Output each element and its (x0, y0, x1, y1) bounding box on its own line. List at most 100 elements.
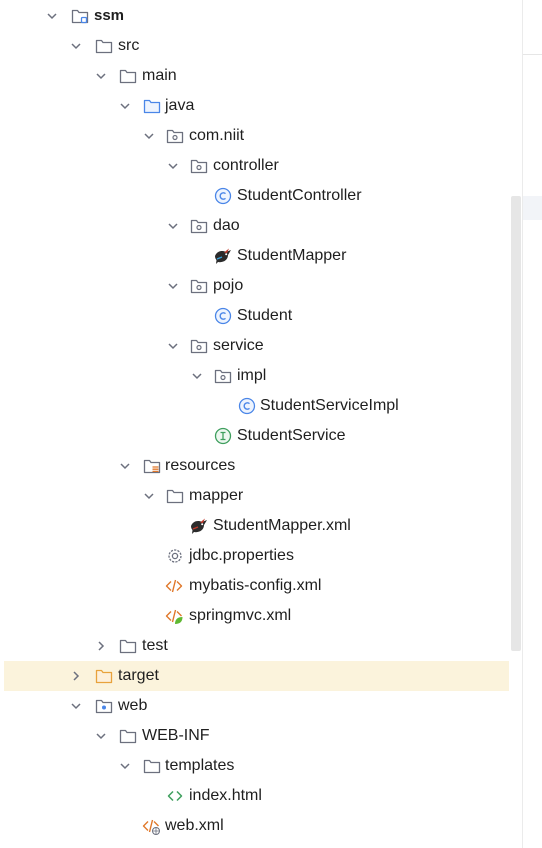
chevron-down-icon[interactable] (95, 730, 107, 742)
spring-xml-icon (165, 607, 183, 625)
tree-item-label: controller (213, 157, 279, 174)
tree-item-label: src (118, 37, 140, 54)
chevron-down-icon[interactable] (119, 100, 131, 112)
chevron-right-icon[interactable] (70, 670, 82, 682)
package-icon (166, 127, 184, 145)
chevron-down-icon[interactable] (191, 370, 203, 382)
scrollbar-thumb[interactable] (511, 196, 521, 651)
tree-item-label: springmvc.xml (189, 607, 292, 624)
web-xml-icon (142, 817, 160, 835)
folder-icon (166, 487, 184, 505)
tree-item-label: pojo (213, 277, 244, 294)
package-icon (190, 157, 208, 175)
chevron-down-icon[interactable] (167, 280, 179, 292)
tree-item-label: StudentMapper.xml (213, 517, 351, 534)
folder-icon (119, 67, 137, 85)
package-icon (190, 337, 208, 355)
tree-item-impl[interactable]: impl (0, 361, 522, 391)
source-folder-icon (143, 97, 161, 115)
xml-icon (165, 577, 183, 595)
tree-item-label: WEB-INF (142, 727, 210, 744)
tree-item-label: web.xml (165, 817, 224, 834)
mybatis-bird-icon (214, 247, 232, 265)
project-tree: ssm src main java com.niit controller St… (0, 0, 522, 848)
tree-item-label: StudentController (237, 187, 362, 204)
chevron-down-icon[interactable] (95, 70, 107, 82)
tree-item-student-service[interactable]: StudentService (0, 421, 522, 451)
excluded-folder-icon (95, 667, 113, 685)
tree-item-label: mapper (189, 487, 244, 504)
tree-item-label: test (142, 637, 168, 654)
tree-item-label: index.html (189, 787, 262, 804)
package-icon (190, 217, 208, 235)
folder-icon (119, 727, 137, 745)
tree-item-controller[interactable]: controller (0, 151, 522, 181)
interface-icon (214, 427, 232, 445)
tree-item-jdbc-properties[interactable]: jdbc.properties (0, 541, 522, 571)
tree-item-label: resources (165, 457, 236, 474)
chevron-down-icon[interactable] (143, 490, 155, 502)
tree-item-resources[interactable]: resources (0, 451, 522, 481)
tree-item-mapper[interactable]: mapper (0, 481, 522, 511)
tree-item-dao[interactable]: dao (0, 211, 522, 241)
properties-gear-icon (166, 547, 184, 565)
chevron-down-icon[interactable] (167, 220, 179, 232)
tree-item-student-mapper[interactable]: StudentMapper (0, 241, 522, 271)
chevron-down-icon[interactable] (46, 10, 58, 22)
tree-item-label: impl (237, 367, 267, 384)
tree-item-label: jdbc.properties (189, 547, 294, 564)
tree-item-java[interactable]: java (0, 91, 522, 121)
line-highlight (523, 196, 542, 220)
folder-icon (95, 37, 113, 55)
tree-item-label: service (213, 337, 264, 354)
tree-item-springmvc-xml[interactable]: springmvc.xml (0, 601, 522, 631)
tree-item-target[interactable]: target (4, 661, 522, 691)
editor-gutter-edge (522, 0, 542, 848)
tree-item-mybatis-config-xml[interactable]: mybatis-config.xml (0, 571, 522, 601)
tree-item-label: StudentServiceImpl (260, 397, 399, 414)
tree-item-student-controller[interactable]: StudentController (0, 181, 522, 211)
class-icon (214, 307, 232, 325)
tree-item-label: StudentService (237, 427, 346, 444)
chevron-down-icon[interactable] (167, 340, 179, 352)
chevron-down-icon[interactable] (70, 700, 82, 712)
resources-folder-icon (143, 457, 161, 475)
tree-item-index-html[interactable]: index.html (0, 781, 522, 811)
chevron-down-icon[interactable] (143, 130, 155, 142)
tree-item-student-service-impl[interactable]: StudentServiceImpl (0, 391, 522, 421)
tree-item-com-niit[interactable]: com.niit (0, 121, 522, 151)
tree-item-ssm[interactable]: ssm (0, 1, 522, 31)
chevron-down-icon[interactable] (167, 160, 179, 172)
package-icon (190, 277, 208, 295)
mybatis-xml-icon (190, 517, 208, 535)
tree-item-label: main (142, 67, 177, 84)
tree-item-student-mapper-xml[interactable]: StudentMapper.xml (0, 511, 522, 541)
chevron-right-icon[interactable] (95, 640, 107, 652)
divider (523, 54, 542, 55)
tree-item-main[interactable]: main (0, 61, 522, 91)
tree-item-src[interactable]: src (0, 31, 522, 61)
module-folder-icon (71, 7, 89, 25)
chevron-down-icon[interactable] (119, 460, 131, 472)
tree-item-templates[interactable]: templates (0, 751, 522, 781)
tree-item-service[interactable]: service (0, 331, 522, 361)
tree-item-web[interactable]: web (0, 691, 522, 721)
tree-item-label: web (118, 697, 148, 714)
class-icon (214, 187, 232, 205)
chevron-down-icon[interactable] (70, 40, 82, 52)
tree-item-student[interactable]: Student (0, 301, 522, 331)
tree-item-label: ssm (94, 7, 125, 24)
tree-item-label: target (118, 667, 159, 684)
tree-item-test[interactable]: test (0, 631, 522, 661)
tree-item-label: templates (165, 757, 235, 774)
tree-item-label: StudentMapper (237, 247, 347, 264)
tree-item-label: com.niit (189, 127, 245, 144)
tree-item-pojo[interactable]: pojo (0, 271, 522, 301)
tree-item-label: java (165, 97, 195, 114)
package-icon (214, 367, 232, 385)
folder-icon (119, 637, 137, 655)
chevron-down-icon[interactable] (119, 760, 131, 772)
tree-item-web-xml[interactable]: web.xml (0, 811, 522, 841)
tree-item-web-inf[interactable]: WEB-INF (0, 721, 522, 751)
tree-item-label: Student (237, 307, 293, 324)
